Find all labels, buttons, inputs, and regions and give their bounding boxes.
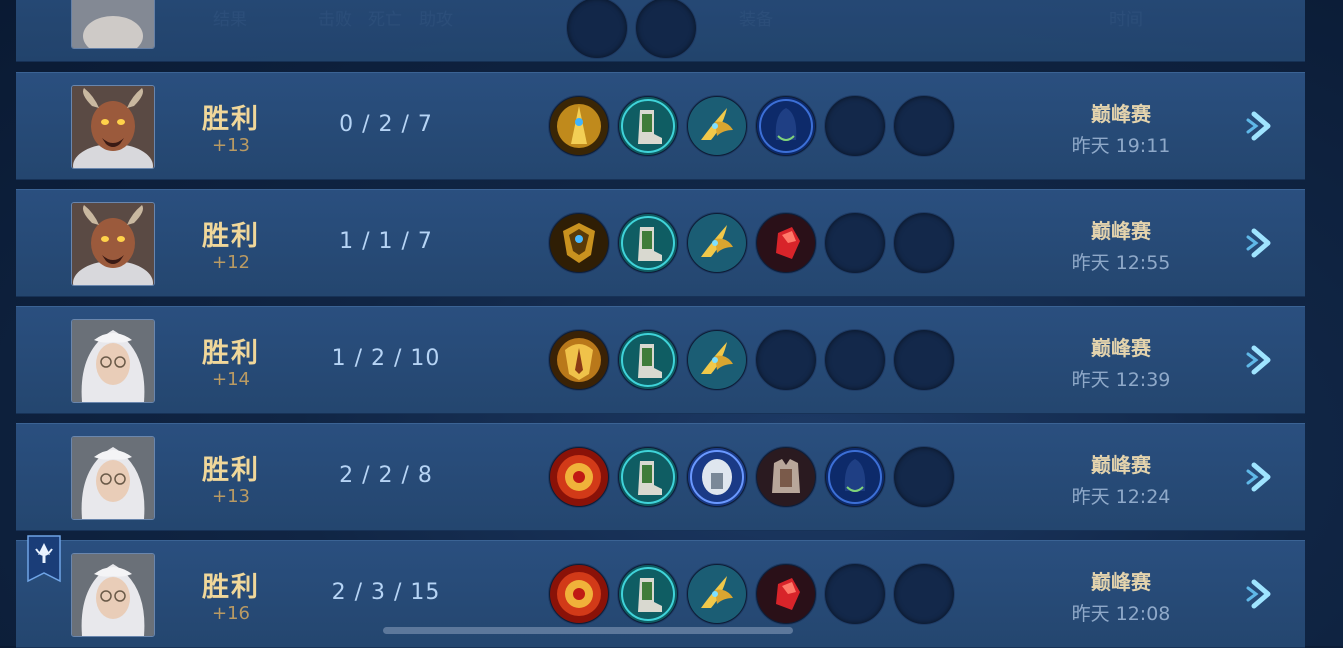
hero-avatar-horned-warrior <box>71 85 155 169</box>
item-slot-empty[interactable] <box>824 212 886 274</box>
item-red-gold-medallion-icon[interactable] <box>548 563 610 625</box>
game-mode: 巅峰赛 <box>1091 570 1151 594</box>
item-slot-empty[interactable] <box>893 563 955 625</box>
item-slot-empty[interactable] <box>893 329 955 391</box>
item-red-gem-icon[interactable] <box>755 212 817 274</box>
points-change: +13 <box>212 135 250 156</box>
hero-avatar-horned-warrior <box>71 202 155 286</box>
item-slot-empty[interactable] <box>755 329 817 391</box>
game-mode: 巅峰赛 <box>1091 336 1151 360</box>
chevron-right-icon[interactable] <box>1244 225 1280 261</box>
item-boots-icon[interactable] <box>617 563 679 625</box>
item-slot-empty[interactable] <box>824 329 886 391</box>
item-gold-crest-icon[interactable] <box>548 329 610 391</box>
item-boots-icon[interactable] <box>617 446 679 508</box>
points-change: +16 <box>212 603 250 624</box>
item-slot[interactable] <box>635 0 697 59</box>
item-red-gold-medallion-icon[interactable] <box>548 446 610 508</box>
result-label: 胜利 <box>202 455 260 486</box>
match-row[interactable]: 胜利 +13 0 / 2 / 7 巅峰赛 昨天 19:11 <box>16 72 1305 180</box>
result-label: 胜利 <box>202 221 260 252</box>
item-red-gem-icon[interactable] <box>755 563 817 625</box>
match-time: 昨天 12:08 <box>1071 603 1171 625</box>
item-slot-empty[interactable] <box>824 95 886 157</box>
item-boots-icon[interactable] <box>617 212 679 274</box>
chevron-right-icon[interactable] <box>1244 108 1280 144</box>
hero-avatar-silver-haired-mage <box>71 319 155 403</box>
game-mode: 巅峰赛 <box>1091 102 1151 126</box>
item-slot-empty[interactable] <box>824 563 886 625</box>
item-gold-shield-icon[interactable] <box>548 212 610 274</box>
kda: 2 / 2 / 8 <box>339 463 433 488</box>
kda: 1 / 2 / 10 <box>331 346 441 371</box>
chevron-right-icon[interactable] <box>1244 576 1280 612</box>
result-label: 胜利 <box>202 104 260 135</box>
hero-avatar <box>71 0 155 49</box>
game-mode: 巅峰赛 <box>1091 453 1151 477</box>
item-slot-empty[interactable] <box>893 212 955 274</box>
item-slot-empty[interactable] <box>893 95 955 157</box>
kda: 1 / 1 / 7 <box>339 229 433 254</box>
item-slot[interactable] <box>566 0 628 59</box>
match-row-partial[interactable] <box>16 0 1305 62</box>
item-blue-cloak-icon[interactable] <box>824 446 886 508</box>
hero-avatar-silver-haired-mage <box>71 553 155 637</box>
points-change: +13 <box>212 486 250 507</box>
horizontal-scrollbar[interactable] <box>383 627 793 634</box>
item-blue-cloak-icon[interactable] <box>755 95 817 157</box>
item-gold-wing-blade-icon[interactable] <box>686 212 748 274</box>
chevron-right-icon[interactable] <box>1244 342 1280 378</box>
chevron-right-icon[interactable] <box>1244 459 1280 495</box>
points-change: +14 <box>212 369 250 390</box>
item-gold-staff-icon[interactable] <box>548 95 610 157</box>
match-time: 昨天 12:55 <box>1071 252 1171 274</box>
item-armor-vest-icon[interactable] <box>755 446 817 508</box>
item-gold-wing-blade-icon[interactable] <box>686 563 748 625</box>
match-row[interactable]: 胜利 +14 1 / 2 / 10 巅峰赛 昨天 12:39 <box>16 306 1305 414</box>
item-silver-helm-icon[interactable] <box>686 446 748 508</box>
item-boots-icon[interactable] <box>617 329 679 391</box>
match-time: 昨天 12:24 <box>1071 486 1171 508</box>
match-time: 昨天 19:11 <box>1071 135 1171 157</box>
item-slot-empty[interactable] <box>893 446 955 508</box>
match-row[interactable]: 胜利 +13 2 / 2 / 8 巅峰赛 昨天 12:24 <box>16 423 1305 531</box>
item-gold-wing-blade-icon[interactable] <box>686 95 748 157</box>
match-time: 昨天 12:39 <box>1071 369 1171 391</box>
points-change: +12 <box>212 252 250 273</box>
kda: 0 / 2 / 7 <box>339 112 433 137</box>
result-label: 胜利 <box>202 572 260 603</box>
hero-avatar-silver-haired-mage <box>71 436 155 520</box>
rank-banner-icon <box>27 535 61 583</box>
item-gold-wing-blade-icon[interactable] <box>686 329 748 391</box>
item-boots-icon[interactable] <box>617 95 679 157</box>
result-label: 胜利 <box>202 338 260 369</box>
match-row[interactable]: 胜利 +12 1 / 1 / 7 巅峰赛 昨天 12:55 <box>16 189 1305 297</box>
kda: 2 / 3 / 15 <box>331 580 441 605</box>
game-mode: 巅峰赛 <box>1091 219 1151 243</box>
